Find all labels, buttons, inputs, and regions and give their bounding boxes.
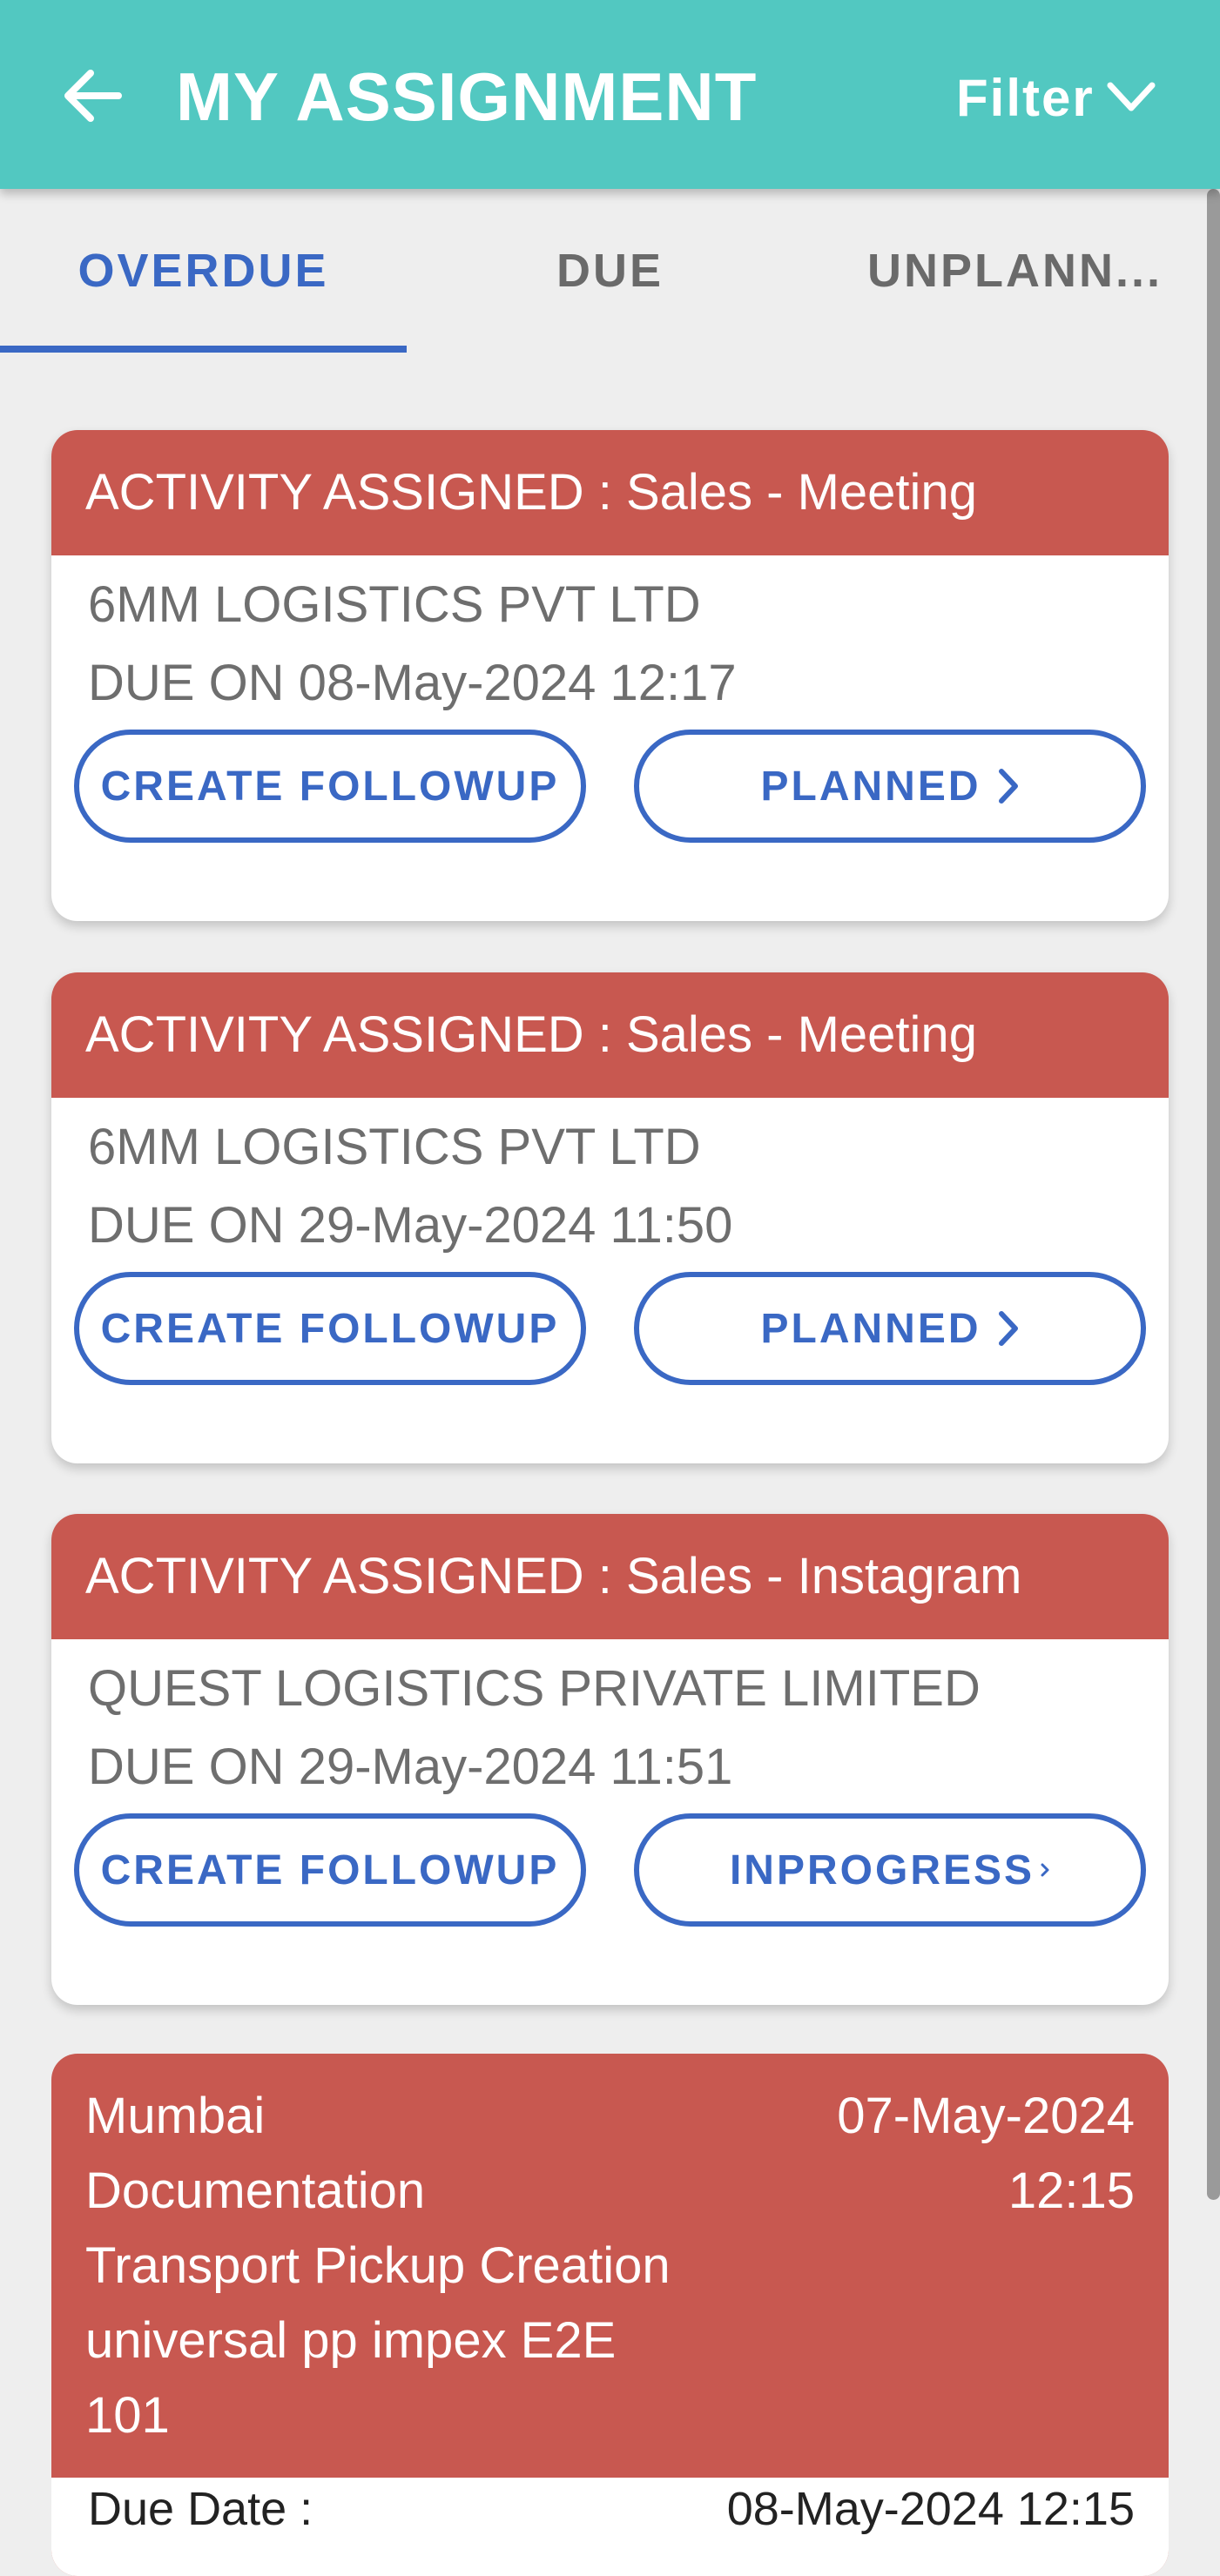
button-label: CREATE FOLLOWUP [100, 763, 560, 810]
create-followup-button[interactable]: CREATE FOLLOWUP [74, 1272, 586, 1385]
card-company: 6MM LOGISTICS PVT LTD [88, 1119, 701, 1175]
button-label: PLANNED [760, 763, 981, 810]
app-bar: MY ASSIGNMENT Filter [0, 0, 1220, 189]
planned-button[interactable]: PLANNED [634, 1272, 1146, 1385]
button-label: CREATE FOLLOWUP [100, 1846, 560, 1893]
transport-card[interactable]: Mumbai Documentation Transport Pickup Cr… [51, 2054, 1169, 2576]
button-label: PLANNED [760, 1305, 981, 1352]
due-date-value: 08-May-2024 12:15 [726, 2483, 1135, 2535]
page-title: MY ASSIGNMENT [176, 58, 758, 135]
assignment-card[interactable]: ACTIVITY ASSIGNED : Sales - Meeting 6MM … [51, 430, 1169, 921]
button-label: INPROGRESS [729, 1846, 1035, 1893]
chevron-down-icon [1107, 82, 1156, 111]
category-text: Documentation [85, 2162, 426, 2219]
card-title: ACTIVITY ASSIGNED : Sales - Instagram [51, 1514, 1169, 1639]
tab-unplanned[interactable]: UNPLANN... [813, 189, 1220, 353]
tab-overdue[interactable]: OVERDUE [0, 189, 407, 353]
assignment-card[interactable]: ACTIVITY ASSIGNED : Sales - Instagram QU… [51, 1514, 1169, 2005]
transport-details: Mumbai Documentation Transport Pickup Cr… [85, 2079, 671, 2453]
filter-button[interactable]: Filter [956, 63, 1156, 132]
tab-bar: OVERDUE DUE UNPLANN... [0, 189, 1209, 353]
tab-label: UNPLANN... [867, 245, 1163, 297]
card-title: ACTIVITY ASSIGNED : Sales - Meeting [51, 972, 1169, 1098]
tab-label: DUE [556, 245, 664, 297]
back-arrow-icon[interactable] [57, 61, 127, 131]
card-due-date: DUE ON 08-May-2024 12:17 [88, 655, 737, 711]
card-due-date: DUE ON 29-May-2024 11:50 [88, 1197, 733, 1254]
transport-due-section: Due Date : 08-May-2024 12:15 [51, 2478, 1169, 2576]
tab-label: OVERDUE [78, 245, 329, 297]
customer-text: universal pp impex E2E [85, 2312, 617, 2369]
inprogress-button[interactable]: INPROGRESS [634, 1813, 1146, 1927]
activity-text: Transport Pickup Creation [85, 2237, 671, 2294]
reference-text: 101 [85, 2387, 170, 2444]
time-text: 12:15 [1008, 2162, 1135, 2219]
card-due-date: DUE ON 29-May-2024 11:51 [88, 1739, 733, 1795]
tab-due[interactable]: DUE [407, 189, 813, 353]
card-actions: CREATE FOLLOWUP PLANNED [51, 730, 1169, 878]
location-text: Mumbai [85, 2088, 266, 2144]
filter-label: Filter [956, 68, 1095, 127]
card-company: 6MM LOGISTICS PVT LTD [88, 576, 701, 633]
chevron-right-icon [998, 769, 1018, 804]
create-followup-button[interactable]: CREATE FOLLOWUP [74, 730, 586, 843]
transport-datetime: 07-May-2024 12:15 [837, 2079, 1135, 2229]
card-company: QUEST LOGISTICS PRIVATE LIMITED [88, 1660, 981, 1717]
planned-button[interactable]: PLANNED [634, 730, 1146, 843]
chevron-right-icon [998, 1311, 1018, 1346]
tab-indicator [0, 346, 407, 353]
scrollbar[interactable] [1207, 189, 1220, 2200]
card-actions: CREATE FOLLOWUP PLANNED [51, 1272, 1169, 1420]
card-actions: CREATE FOLLOWUP INPROGRESS [51, 1813, 1169, 1961]
button-label: CREATE FOLLOWUP [100, 1305, 560, 1352]
date-text: 07-May-2024 [837, 2088, 1135, 2144]
due-date-label: Due Date : [88, 2483, 313, 2535]
chevron-right-icon [1041, 1863, 1049, 1877]
assignment-card[interactable]: ACTIVITY ASSIGNED : Sales - Meeting 6MM … [51, 972, 1169, 1463]
create-followup-button[interactable]: CREATE FOLLOWUP [74, 1813, 586, 1927]
card-title: ACTIVITY ASSIGNED : Sales - Meeting [51, 430, 1169, 555]
